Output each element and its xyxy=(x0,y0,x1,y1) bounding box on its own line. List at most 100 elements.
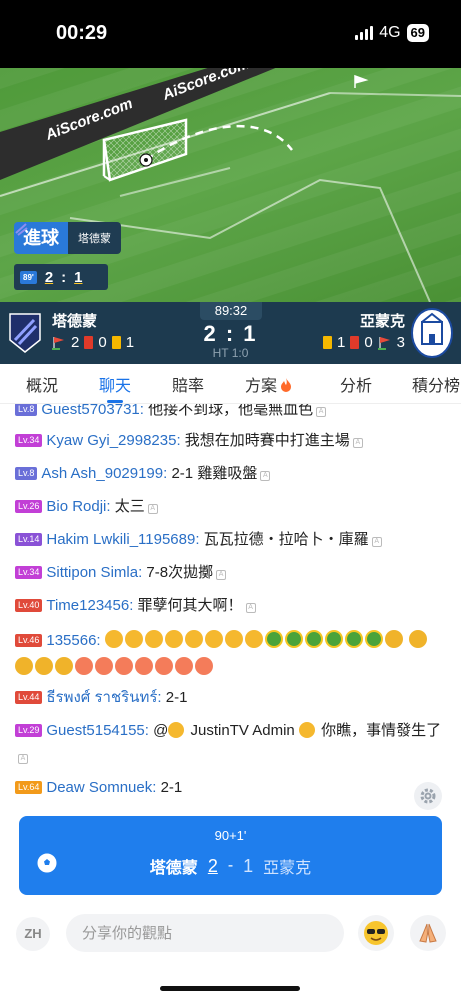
chat-username[interactable]: Hakim Lwkili_1195689: xyxy=(46,531,199,548)
goal-emoji xyxy=(184,630,203,648)
active-tab-indicator xyxy=(107,400,124,403)
chat-text: 你瞧，事情發生了 xyxy=(321,722,442,739)
tab-bar: 概況 聊天 賠率 方案 分析 積分榜 xyxy=(0,364,461,404)
goal-emoji xyxy=(104,630,123,648)
chat-username[interactable]: Ash Ash_9029199: xyxy=(41,465,167,482)
chat-message[interactable]: Lv.29 Guest5154155: @ JustinTV Admin 你瞧，事… xyxy=(15,718,445,770)
goal-emoji xyxy=(204,630,223,648)
tab-overview[interactable]: 概況 xyxy=(26,372,58,396)
tab-chat-label: 聊天 xyxy=(99,378,132,395)
chat-message[interactable]: Lv.34 Kyaw Gyi_2998235: 我想在加時賽中打進主場 A xyxy=(15,429,445,452)
chat-username[interactable]: Bio Rodji: xyxy=(46,498,110,515)
goal-notification-home-score: 2 xyxy=(207,855,218,876)
goal-event-team: 塔德蒙 xyxy=(15,222,121,254)
match-clock: 89:32 xyxy=(200,302,262,320)
ball-emoji xyxy=(284,630,303,648)
goal-notification[interactable]: 90+1' 塔德蒙 2 - 1 亞蒙克 xyxy=(19,816,442,895)
report-icon[interactable]: A xyxy=(18,754,28,764)
tab-analysis-label: 分析 xyxy=(340,378,373,395)
sunglasses-emoji-button[interactable] xyxy=(358,915,394,951)
gear-icon xyxy=(420,788,436,804)
ball-emoji xyxy=(364,630,383,648)
hug-emoji xyxy=(298,722,315,738)
status-bar: 00:29 4G 69 xyxy=(0,0,461,68)
chat-text: 太三 xyxy=(114,498,145,515)
report-icon[interactable]: A xyxy=(216,570,227,580)
tab-odds-label: 賠率 xyxy=(172,378,205,395)
goal-event-badge: 進球 塔德蒙 xyxy=(14,222,121,254)
report-icon[interactable]: A xyxy=(352,438,363,448)
pray-emoji xyxy=(408,630,427,648)
language-button[interactable]: ZH xyxy=(16,917,50,951)
chat-username[interactable]: Sittipon Simla: xyxy=(46,564,142,581)
chat-text: 2-1 xyxy=(165,689,188,706)
tab-analysis[interactable]: 分析 xyxy=(340,372,372,396)
scoreboard: 塔德蒙 2 0 1 89:32 2 : 1 HT 1:0 亞蒙克 1 0 3 xyxy=(0,302,461,364)
yellow-card-icon xyxy=(322,336,332,349)
chat-message[interactable]: Lv.34 Sittipon Simla: 7-8次拋擲 A xyxy=(15,561,445,584)
report-icon[interactable]: A xyxy=(245,603,256,613)
user-level-badge: Lv.14 xyxy=(15,533,43,546)
user-level-badge: Lv.26 xyxy=(15,500,43,513)
user-level-badge: Lv.29 xyxy=(15,724,43,737)
ball-emoji xyxy=(304,630,323,648)
chat-message[interactable]: Lv.8 Ash Ash_9029199: 2-1 雞雞吸盤 A xyxy=(15,462,445,485)
chat-message[interactable]: Lv.14 Hakim Lwkili_1195689: 瓦瓦拉德・拉哈卜・庫羅 A xyxy=(15,528,445,551)
chat-text: 2-1 xyxy=(160,779,183,796)
mini-score-separator: : xyxy=(61,268,67,286)
crying-emoji xyxy=(195,657,213,675)
pray-emoji xyxy=(35,657,53,675)
chat-username[interactable]: Kyaw Gyi_2998235: xyxy=(46,432,180,449)
tab-odds[interactable]: 賠率 xyxy=(172,372,204,396)
away-team-crest-icon[interactable] xyxy=(411,308,453,358)
pray-emoji-button[interactable] xyxy=(410,915,446,951)
corner-flag-icon xyxy=(377,336,390,350)
goal-notification-minute: 90+1' xyxy=(214,828,247,843)
tab-standings[interactable]: 積分榜 xyxy=(412,372,460,396)
chat-username[interactable]: Time123456: xyxy=(46,597,133,614)
goal-notification-dash: - xyxy=(227,857,234,874)
chat-username[interactable]: 135566: xyxy=(46,632,100,649)
away-team-stats: 1 0 3 xyxy=(322,334,405,351)
chat-text: 罪孽何其大啊！ xyxy=(137,597,243,614)
report-icon[interactable]: A xyxy=(260,471,271,481)
chat-message[interactable]: Lv.44 ธีรพงศ์ ราชรินทร์: 2-1 xyxy=(15,686,445,709)
away-corners: 3 xyxy=(396,334,405,351)
mini-score: 89' 2 : 1 xyxy=(14,264,108,290)
ball-emoji xyxy=(264,630,283,648)
user-level-badge: Lv.44 xyxy=(15,691,43,704)
chat-username[interactable]: Guest5703731: xyxy=(41,404,144,418)
goal-notification-home: 塔德蒙 xyxy=(149,860,198,877)
user-level-badge: Lv.40 xyxy=(15,599,43,612)
chat-username[interactable]: Deaw Somnuek: xyxy=(46,779,156,796)
tab-chat[interactable]: 聊天 xyxy=(99,372,132,403)
pray-emoji xyxy=(15,657,33,675)
chat-username[interactable]: ธีรพงศ์ ราชรินทร์: xyxy=(46,689,161,706)
mini-score-away: 1 xyxy=(74,268,83,286)
goal-emoji xyxy=(124,630,143,648)
chat-text: 他接不到球，他毫無血色 xyxy=(148,404,314,418)
chat-text: 7-8次拋擲 xyxy=(146,564,214,581)
chat-message[interactable]: Lv.26 Bio Rodji: 太三 A xyxy=(15,495,445,518)
mention-name[interactable]: JustinTV Admin xyxy=(191,722,295,739)
report-icon[interactable]: A xyxy=(147,504,158,514)
away-team-name[interactable]: 亞蒙克 xyxy=(360,310,405,331)
chat-message[interactable]: Lv.46 135566: xyxy=(15,627,445,681)
user-level-badge: Lv.34 xyxy=(15,434,43,447)
goal-notification-away-score: 1 xyxy=(243,855,254,876)
team-crest-icon xyxy=(15,223,28,236)
match-animation[interactable]: AiScore.com AiScore.com 進球 塔德蒙 89' 2 : 1 xyxy=(0,68,461,302)
praying-hands-icon xyxy=(419,923,437,943)
tab-standings-label: 積分榜 xyxy=(412,378,461,395)
crying-emoji xyxy=(135,657,153,675)
chat-settings-button[interactable] xyxy=(414,782,442,810)
chat-input[interactable] xyxy=(66,914,344,952)
chat-username[interactable]: Guest5154155: xyxy=(46,722,149,739)
tab-plans[interactable]: 方案 xyxy=(245,372,292,396)
report-icon[interactable]: A xyxy=(316,407,327,417)
chat-message[interactable]: Lv.40 Time123456: 罪孽何其大啊！ A xyxy=(15,594,445,617)
report-icon[interactable]: A xyxy=(371,537,382,547)
chat-message[interactable]: Lv.64 Deaw Somnuek: 2-1 xyxy=(15,776,445,799)
goal-emoji xyxy=(244,630,263,648)
chat-message[interactable]: Lv.8 Guest5703731: 他接不到球，他毫無血色 A xyxy=(15,404,445,421)
